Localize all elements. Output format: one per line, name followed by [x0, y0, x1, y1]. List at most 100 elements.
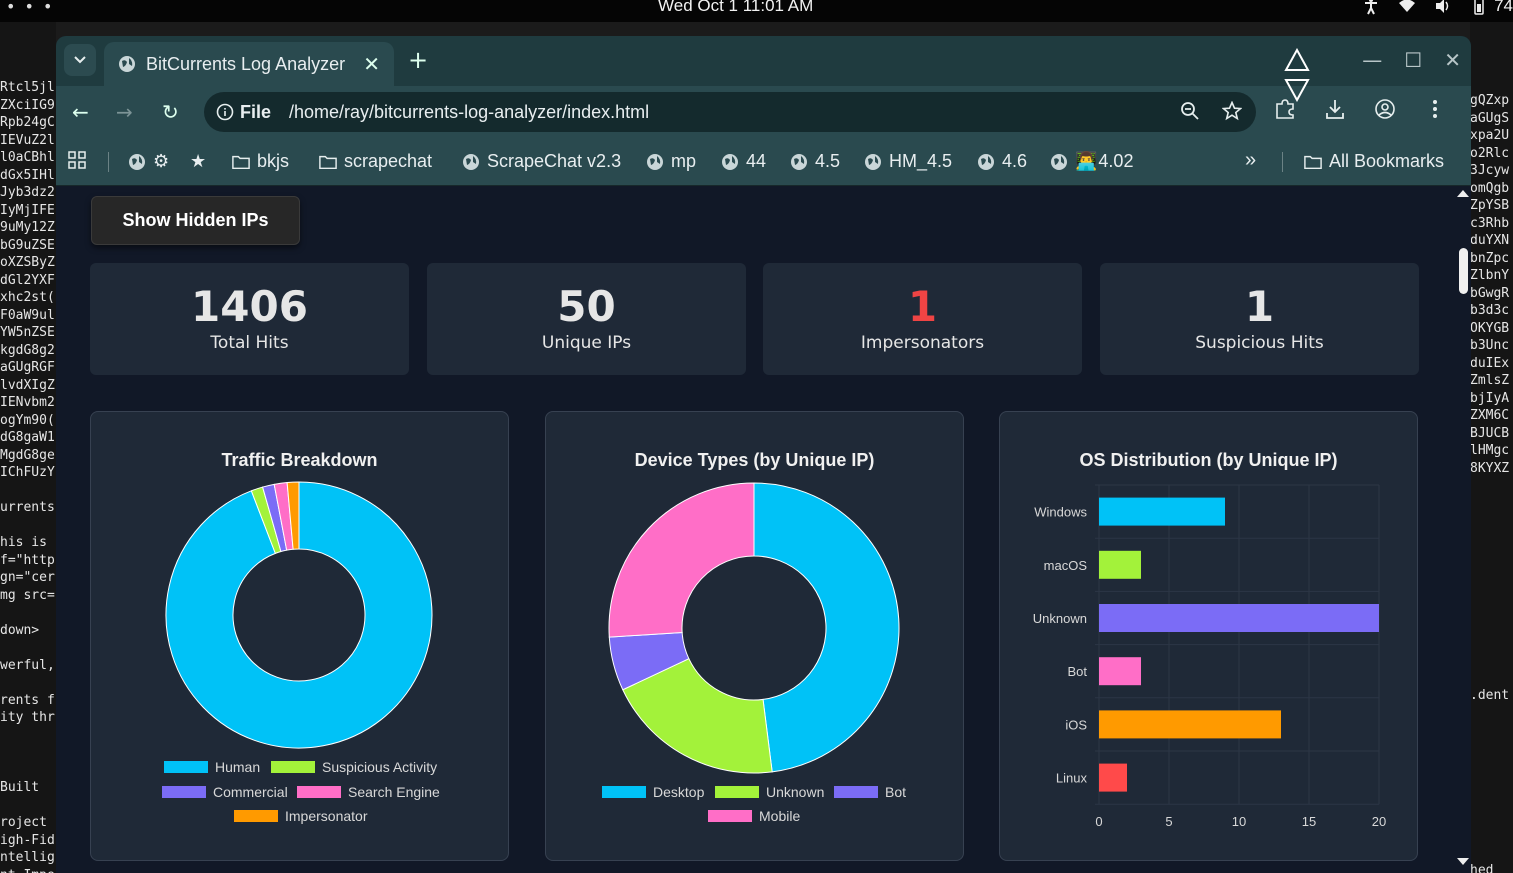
bookmark-settings[interactable]: ⚙: [128, 151, 169, 172]
terminal-line: IEVuZ2l: [0, 132, 55, 148]
bookmark-star[interactable]: ★: [190, 151, 206, 172]
terminal-line: Rtcl5jl: [0, 80, 55, 95]
traffic-breakdown-chart[interactable]: Human Suspicious Activity Commercial Search…: [91, 412, 510, 862]
triangle-up-icon[interactable]: [1284, 48, 1310, 72]
system-tray[interactable]: 74: [1362, 0, 1513, 16]
os-distribution-chart[interactable]: 0 5 10 15 20 Windows macOS Unknown Bot iOS Linux: [1000, 412, 1419, 862]
pie-slice-mobile[interactable]: [608, 482, 755, 638]
terminal-line: Jyb3dz2: [0, 185, 55, 200]
legend-label[interactable]: Unknown: [766, 784, 824, 800]
maximize-button[interactable]: ☐: [1404, 48, 1422, 72]
bar-linux[interactable]: [1099, 763, 1127, 792]
all-bookmarks-button[interactable]: All Bookmarks: [1304, 151, 1444, 172]
terminal-line: 9uMy12Z: [0, 220, 55, 235]
legend-label[interactable]: Desktop: [653, 784, 705, 800]
bar-ios[interactable]: [1099, 710, 1281, 739]
bookmarks-overflow-button[interactable]: »: [1245, 149, 1256, 172]
legend-label[interactable]: Suspicious Activity: [322, 759, 437, 775]
legend-swatch[interactable]: [164, 761, 208, 773]
device-types-chart[interactable]: Desktop Unknown Bot Mobile: [546, 412, 965, 862]
terminal-line: 3Jcyw: [1470, 163, 1510, 178]
profile-icon[interactable]: [1374, 98, 1396, 120]
legend-swatch[interactable]: [271, 761, 315, 773]
dashboard-page: Show Hidden IPs 1406 Total Hits 50 Uniqu…: [56, 186, 1456, 873]
triangle-down-icon[interactable]: [1284, 78, 1310, 102]
site-info-chip[interactable]: File: [216, 102, 281, 123]
legend-label[interactable]: Human: [215, 759, 260, 775]
bookmark-402[interactable]: 👨‍💻 4.02: [1050, 151, 1133, 172]
bookmark-folder-scrapechat[interactable]: scrapechat: [319, 151, 432, 172]
legend-swatch[interactable]: [602, 786, 646, 798]
y-tick-label: Unknown: [1033, 611, 1087, 626]
minimize-button[interactable]: —: [1362, 48, 1382, 72]
back-button[interactable]: ←: [72, 100, 89, 124]
scroll-down-arrow[interactable]: [1457, 858, 1469, 865]
bookmark-46[interactable]: 4.6: [977, 151, 1027, 172]
stat-value: 1406: [191, 282, 308, 331]
gear-icon: ⚙: [153, 151, 170, 171]
os-clock[interactable]: Wed Oct 1 11:01 AM: [658, 0, 813, 16]
background-terminal-left[interactable]: Rtcl5jl ZXciIG9 Rpb24gC IEVuZ2l l0aCBhl dGx5I…: [0, 22, 56, 873]
bookmark-scrapechat-v23[interactable]: ScrapeChat v2.3: [462, 151, 621, 172]
legend-label[interactable]: Bot: [885, 784, 906, 800]
apps-grid-icon[interactable]: [68, 151, 86, 169]
legend-label[interactable]: Mobile: [759, 808, 800, 824]
address-bar[interactable]: File /home/ray/bitcurrents-log-analyzer/…: [204, 92, 1256, 132]
legend-swatch[interactable]: [234, 810, 278, 822]
bookmark-mp[interactable]: mp: [646, 151, 696, 172]
close-window-button[interactable]: ✕: [1444, 48, 1461, 72]
close-tab-icon[interactable]: ✕: [363, 52, 380, 77]
legend-swatch[interactable]: [162, 786, 206, 798]
legend-swatch[interactable]: [715, 786, 759, 798]
window-controls: — ☐ ✕: [1362, 48, 1461, 72]
battery-icon[interactable]: [1470, 0, 1488, 15]
bar-bot[interactable]: [1099, 657, 1141, 686]
terminal-line: l0aCBhl: [0, 150, 55, 165]
scroll-up-arrow[interactable]: [1457, 190, 1469, 197]
legend-label[interactable]: Impersonator: [285, 808, 368, 824]
bookmark-folder-bkjs[interactable]: bkjs: [232, 151, 289, 172]
legend-swatch[interactable]: [834, 786, 878, 798]
menu-kebab-icon[interactable]: [1424, 98, 1446, 120]
tab-active[interactable]: BitCurrents Log Analyzer ✕: [104, 42, 394, 86]
bookmark-hm45[interactable]: HM_4.5: [864, 151, 952, 172]
terminal-line: dGx5IHl: [0, 167, 55, 183]
legend-label[interactable]: Search Engine: [348, 784, 440, 800]
terminal-line: IyMjIFE: [0, 202, 55, 218]
volume-icon[interactable]: [1434, 0, 1452, 15]
bar-macos[interactable]: [1099, 550, 1141, 579]
tab-search-button[interactable]: [64, 44, 96, 76]
download-icon[interactable]: [1324, 98, 1346, 120]
terminal-line: bnZpc: [1470, 250, 1510, 266]
bookmark-star-icon[interactable]: [1222, 101, 1242, 121]
legend-swatch[interactable]: [708, 810, 752, 822]
terminal-line: c3Rhb: [1470, 215, 1510, 231]
scroll-thumb[interactable]: [1459, 248, 1468, 294]
background-terminal-right[interactable]: gQZxp aGUgS xpa2U o2Rlc 3Jcyw omQgb ZpYSB c3Rhb…: [1470, 22, 1513, 873]
bar-unknown[interactable]: [1099, 604, 1379, 632]
forward-button[interactable]: →: [116, 100, 133, 124]
reload-button[interactable]: ↻: [162, 100, 179, 124]
activities-dots[interactable]: • • •: [6, 0, 54, 15]
legend-swatch[interactable]: [297, 786, 341, 798]
bookmark-44[interactable]: 44: [721, 151, 766, 172]
pie-slice-desktop[interactable]: [753, 482, 900, 773]
new-tab-button[interactable]: +: [408, 46, 428, 74]
show-hidden-ips-button[interactable]: Show Hidden IPs: [91, 196, 300, 245]
bookmark-45[interactable]: 4.5: [790, 151, 840, 172]
bookmark-label: mp: [671, 151, 697, 171]
accessibility-icon[interactable]: [1362, 0, 1380, 15]
folder-icon: [232, 155, 250, 169]
bar-windows[interactable]: [1099, 497, 1225, 526]
url-text[interactable]: /home/ray/bitcurrents-log-analyzer/index…: [289, 102, 649, 123]
wifi-icon[interactable]: [1398, 0, 1416, 15]
page-scrollbar[interactable]: [1456, 186, 1471, 873]
legend-label[interactable]: Commercial: [213, 784, 288, 800]
zoom-icon[interactable]: [1180, 101, 1200, 121]
